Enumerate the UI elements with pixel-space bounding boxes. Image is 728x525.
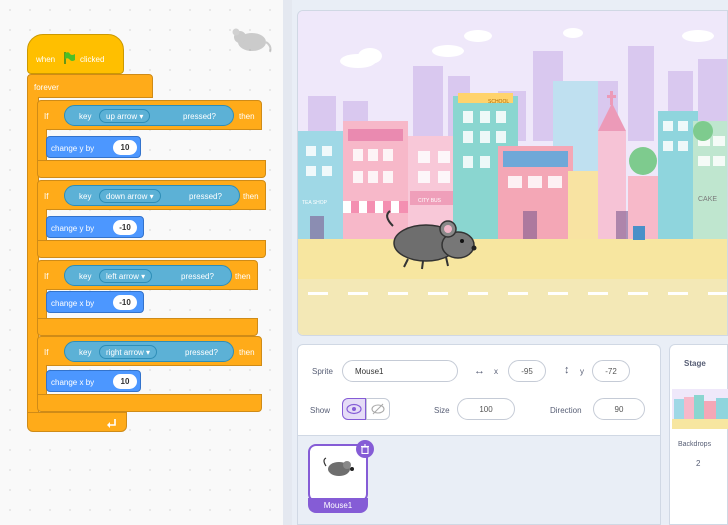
change-y-block[interactable]: change y by -10 (46, 216, 144, 238)
trash-icon (361, 444, 369, 455)
show-hidden-button[interactable] (366, 398, 390, 420)
eye-hidden-icon (371, 403, 385, 415)
sprite-name-field[interactable]: Mouse1 (342, 360, 458, 382)
eye-icon (346, 403, 362, 415)
mouse-thumbnail-icon (323, 457, 354, 476)
y-position-field[interactable]: -72 (592, 360, 630, 382)
pressed-label: pressed? (185, 348, 218, 357)
size-field[interactable]: 100 (457, 398, 515, 420)
change-x-block[interactable]: change x by -10 (46, 291, 144, 313)
pressed-label: pressed? (183, 112, 216, 121)
key-dropdown[interactable]: left arrow ▾ (99, 269, 153, 283)
x-position-field[interactable]: -95 (508, 360, 546, 382)
city-backdrop: SCHOOL CITY BUS TEA SHOP CAKE (298, 11, 727, 335)
change-y-label: change y by (51, 224, 95, 233)
change-y-value[interactable]: 10 (113, 140, 137, 155)
stage-thumbnail[interactable] (672, 389, 728, 429)
if-block-up[interactable]: If key up arrow ▾ pressed? then (37, 100, 262, 130)
size-label: Size (434, 406, 450, 415)
sign-tea-shop: TEA SHOP (302, 200, 328, 206)
if-label: If (44, 192, 49, 201)
direction-field[interactable]: 90 (593, 398, 645, 420)
x-arrows-icon: ↔ (474, 365, 485, 377)
loop-arrow-icon (107, 419, 116, 428)
key-dropdown[interactable]: down arrow ▾ (99, 189, 161, 203)
then-label: then (239, 112, 255, 121)
then-label: then (243, 192, 259, 201)
sprite-ghost-icon (232, 28, 272, 53)
forever-block[interactable]: forever (27, 74, 153, 98)
forever-end[interactable] (27, 412, 127, 432)
sprite-info-panel: Sprite Mouse1 ↔ x -95 ↕ y -72 Show Size … (297, 344, 661, 436)
key-pressed-sensing-block[interactable]: key right arrow ▾ pressed? (64, 341, 234, 362)
change-y-value[interactable]: -10 (113, 220, 137, 235)
if-end (37, 240, 266, 258)
then-label: then (235, 272, 251, 281)
change-y-block[interactable]: change y by 10 (46, 136, 141, 158)
change-x-block[interactable]: change x by 10 (46, 370, 141, 392)
if-end (37, 318, 258, 336)
backdrops-label: Backdrops (678, 441, 712, 448)
when-flag-clicked-block[interactable]: when clicked (27, 34, 124, 74)
green-flag-icon (64, 52, 75, 64)
pressed-label: pressed? (181, 272, 214, 281)
change-x-value[interactable]: -10 (113, 295, 137, 310)
sprite-label: Sprite (312, 367, 333, 376)
key-dropdown[interactable]: right arrow ▾ (99, 345, 158, 359)
show-label: Show (310, 406, 331, 415)
x-label: x (494, 367, 498, 376)
change-x-label: change x by (51, 299, 95, 308)
key-pressed-sensing-block[interactable]: key left arrow ▾ pressed? (64, 265, 232, 286)
if-label: If (44, 348, 49, 357)
key-label: key (79, 348, 92, 357)
if-end (37, 160, 266, 178)
sign-school: SCHOOL (488, 99, 509, 105)
if-block-down[interactable]: If key down arrow ▾ pressed? then (37, 180, 266, 210)
if-label: If (44, 112, 49, 121)
sign-city-bus: CITY BUS (418, 198, 442, 204)
then-label: then (239, 348, 255, 357)
key-dropdown[interactable]: up arrow ▾ (99, 109, 151, 123)
hat-label: when (36, 55, 56, 64)
key-pressed-sensing-block[interactable]: key down arrow ▾ pressed? (64, 185, 240, 206)
code-area-scrollbar[interactable] (283, 0, 292, 525)
code-area[interactable]: when clicked forever If key up arrow ▾ p… (0, 0, 283, 525)
key-label: key (79, 192, 92, 201)
forever-label: forever (34, 83, 59, 92)
show-visible-button[interactable] (342, 398, 366, 420)
y-label: y (580, 367, 584, 376)
hat-label-suffix: clicked (80, 55, 105, 64)
stage-canvas[interactable]: SCHOOL CITY BUS TEA SHOP CAKE (297, 10, 728, 336)
change-y-label: change y by (51, 144, 95, 153)
if-block-left[interactable]: If key left arrow ▾ pressed? then (37, 260, 258, 290)
backdrops-count: 2 (696, 459, 701, 468)
if-block-right[interactable]: If key right arrow ▾ pressed? then (37, 336, 262, 366)
if-label: If (44, 272, 49, 281)
direction-label: Direction (550, 406, 582, 415)
key-pressed-sensing-block[interactable]: key up arrow ▾ pressed? (64, 105, 234, 126)
change-x-label: change x by (51, 378, 95, 387)
key-label: key (79, 112, 92, 121)
stage-panel-title: Stage (684, 359, 706, 368)
sprite-thumbnail-label: Mouse1 (308, 498, 368, 513)
key-label: key (79, 272, 92, 281)
sign-cake: CAKE (698, 196, 717, 203)
stage-selector-panel[interactable]: Stage Backdrops 2 (669, 344, 728, 525)
y-arrows-icon: ↕ (564, 364, 570, 376)
pressed-label: pressed? (189, 192, 222, 201)
if-end (37, 394, 262, 412)
delete-sprite-button[interactable] (356, 440, 374, 458)
change-x-value[interactable]: 10 (113, 374, 137, 389)
sprite-list: Mouse1 (297, 436, 661, 525)
